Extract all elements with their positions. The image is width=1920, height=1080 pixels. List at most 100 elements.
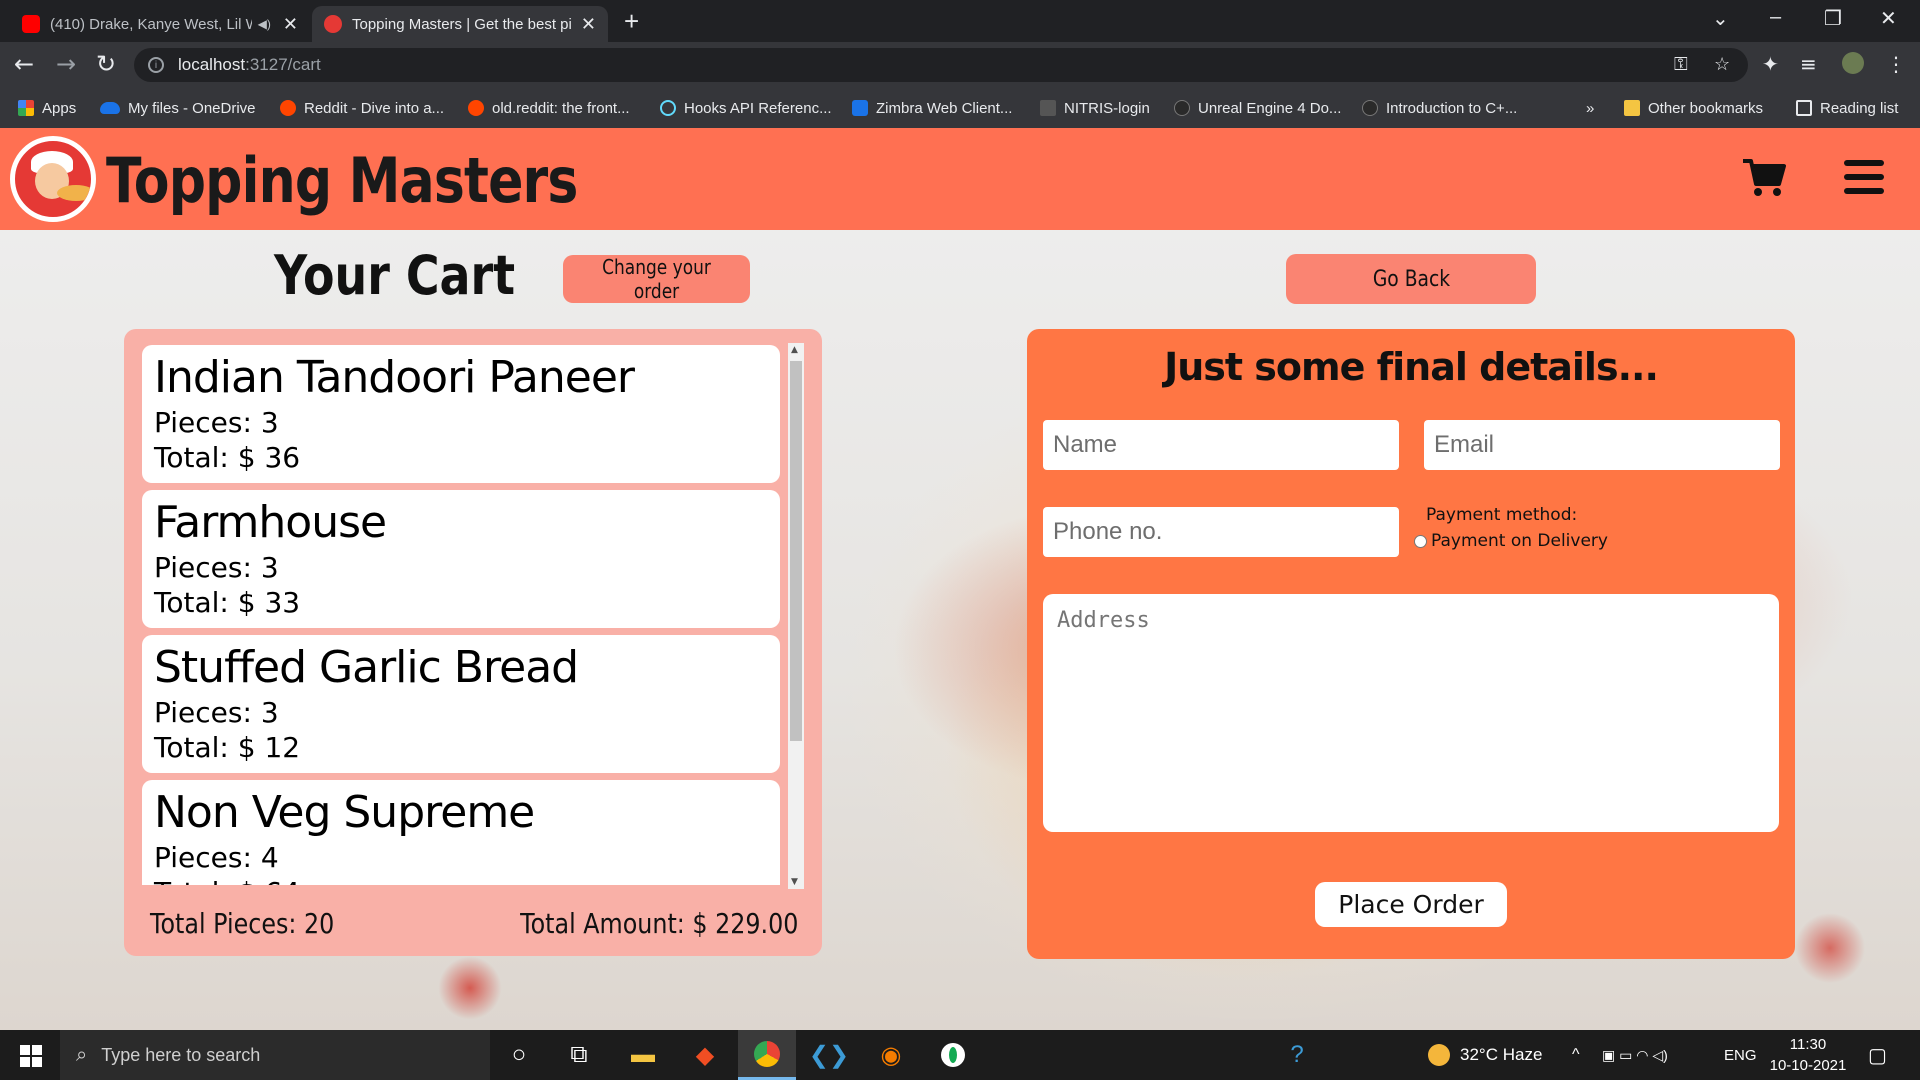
tab-youtube[interactable]: (410) Drake, Kanye West, Lil W ◀) ✕ (10, 6, 310, 42)
item-name: Non Veg Supreme (154, 787, 535, 838)
cart-item: Farmhouse Pieces: 3 Total: $ 33 (142, 490, 780, 628)
browser-toolbar: ← → ↻ i localhost:3127/cart ⚿ ☆ ✦ ≡ ⋮ (0, 42, 1920, 88)
bookmark-old-reddit[interactable]: old.reddit: the front... (468, 88, 630, 128)
tab-search-icon[interactable]: ⌄ (1712, 6, 1729, 31)
bookmark-label: Hooks API Referenc... (684, 99, 832, 117)
shopping-cart-icon[interactable] (1742, 158, 1786, 198)
close-window-button[interactable]: ✕ (1880, 6, 1897, 31)
mongodb-compass-icon[interactable] (924, 1030, 982, 1080)
item-name: Farmhouse (154, 497, 387, 548)
site-info-icon[interactable]: i (148, 57, 164, 73)
notification-center-icon[interactable]: ▢ (1868, 1030, 1887, 1080)
go-back-button[interactable]: Go Back (1286, 254, 1536, 304)
unreal-icon (1174, 100, 1190, 116)
forward-arrow-icon[interactable]: → (56, 50, 76, 78)
cart-page: Topping Masters Your Cart Change your or… (0, 128, 1920, 1030)
place-order-button[interactable]: Place Order (1315, 882, 1507, 927)
bookmark-zimbra[interactable]: Zimbra Web Client... (852, 88, 1012, 128)
git-app-icon[interactable]: ◆ (676, 1030, 734, 1080)
system-tray-icons[interactable]: ▣ ▭ ◠ ◁) (1602, 1030, 1668, 1080)
url-host: localhost (178, 55, 246, 74)
change-order-label: Change your order (602, 255, 711, 303)
item-total: Total: $ 12 (154, 731, 301, 764)
taskbar-search[interactable]: ⌕ Type here to search (60, 1030, 490, 1080)
more-menu-icon[interactable]: ⋮ (1886, 52, 1906, 76)
chrome-icon[interactable] (738, 1030, 796, 1080)
bookmark-label: Unreal Engine 4 Do... (1198, 99, 1342, 117)
chef-logo-icon[interactable] (10, 136, 96, 222)
windows-start-icon[interactable] (20, 1045, 42, 1067)
reddit-icon (468, 100, 484, 116)
help-icon[interactable]: ? (1268, 1030, 1326, 1080)
show-hidden-icons[interactable]: ^ (1572, 1030, 1580, 1080)
cart-item: Indian Tandoori Paneer Pieces: 3 Total: … (142, 345, 780, 483)
scrollbar-thumb[interactable] (790, 361, 802, 741)
brand-title[interactable]: Topping Masters (106, 144, 578, 217)
cortana-icon[interactable]: ○ (490, 1030, 548, 1080)
tab-title: (410) Drake, Kanye West, Lil W (50, 15, 252, 33)
vscode-icon[interactable]: ❮❯ (800, 1030, 858, 1080)
language-indicator[interactable]: ENG (1724, 1030, 1757, 1080)
task-view-icon[interactable]: ⧉ (550, 1030, 608, 1080)
extensions-icon[interactable]: ✦ (1762, 52, 1779, 76)
change-order-button[interactable]: Change your order (563, 255, 750, 303)
tab-topping-masters[interactable]: Topping Masters | Get the best pi ✕ (312, 6, 608, 42)
scroll-up-arrow-icon[interactable]: ▲ (791, 345, 798, 355)
close-tab-icon[interactable]: ✕ (283, 14, 298, 35)
new-tab-button[interactable]: + (624, 6, 639, 37)
bookmark-intro-cpp[interactable]: Introduction to C+... (1362, 88, 1517, 128)
tab-strip: (410) Drake, Kanye West, Lil W ◀) ✕ Topp… (0, 0, 1920, 42)
order-details-form: Just some final details... Payment metho… (1027, 329, 1795, 959)
email-field[interactable] (1424, 420, 1780, 470)
youtube-icon (22, 15, 40, 33)
profile-avatar[interactable] (1842, 52, 1864, 74)
scroll-down-arrow-icon[interactable]: ▼ (791, 877, 798, 887)
cart-panel: Indian Tandoori Paneer Pieces: 3 Total: … (124, 329, 822, 956)
hamburger-menu-icon[interactable] (1844, 160, 1884, 194)
item-pieces: Pieces: 3 (154, 551, 279, 584)
cart-item: Stuffed Garlic Bread Pieces: 3 Total: $ … (142, 635, 780, 773)
payment-option-label: Payment on Delivery (1431, 531, 1608, 551)
clock-time: 11:30 (1789, 1036, 1827, 1053)
bookmark-onedrive[interactable]: My files - OneDrive (100, 88, 256, 128)
star-icon[interactable]: ☆ (1714, 54, 1730, 75)
restore-button[interactable]: ❐ (1824, 6, 1842, 31)
media-icon[interactable]: ≡ (1800, 52, 1817, 76)
reload-icon[interactable]: ↻ (96, 50, 116, 78)
close-tab-icon[interactable]: ✕ (581, 14, 596, 35)
back-arrow-icon[interactable]: ← (14, 50, 34, 78)
weather-widget[interactable]: 32°C Haze (1428, 1030, 1542, 1080)
item-total: Total: $ 64 (154, 875, 768, 885)
cart-item: Non Veg Supreme Pieces: 4 Total: $ 64 (142, 780, 780, 885)
bookmark-reddit[interactable]: Reddit - Dive into a... (280, 88, 444, 128)
bookmark-react-hooks[interactable]: Hooks API Referenc... (660, 88, 832, 128)
cart-item-list[interactable]: Indian Tandoori Paneer Pieces: 3 Total: … (142, 345, 806, 885)
nitris-icon (1040, 100, 1056, 116)
payment-radio[interactable] (1414, 534, 1427, 548)
other-bookmarks-folder[interactable]: Other bookmarks (1624, 88, 1763, 128)
reading-list-button[interactable]: Reading list (1796, 88, 1898, 128)
bookmark-nitris[interactable]: NITRIS-login (1040, 88, 1150, 128)
cart-scrollbar[interactable]: ▲ ▼ (788, 343, 804, 889)
payment-on-delivery-option[interactable]: Payment on Delivery (1414, 531, 1608, 551)
bookmarks-overflow-button[interactable]: » (1586, 88, 1594, 128)
speaker-icon[interactable]: ◀) (258, 17, 271, 31)
unreal-icon (1362, 100, 1378, 116)
item-total: Total: $ 33 (154, 586, 301, 619)
bookmark-unreal-docs[interactable]: Unreal Engine 4 Do... (1174, 88, 1341, 128)
key-icon[interactable]: ⚿ (1674, 54, 1688, 75)
bookmark-label: Apps (42, 99, 77, 117)
site-header: Topping Masters (0, 128, 1920, 230)
phone-field[interactable] (1043, 507, 1399, 557)
minimize-button[interactable]: – (1770, 6, 1781, 29)
blender-icon[interactable]: ◉ (862, 1030, 920, 1080)
item-pieces: Pieces: 3 (154, 406, 279, 439)
taskbar-clock[interactable]: 11:30 10-10-2021 (1758, 1034, 1858, 1076)
tab-title: Topping Masters | Get the best pi (352, 15, 572, 33)
name-field[interactable] (1043, 420, 1399, 470)
address-field[interactable] (1043, 594, 1779, 832)
address-bar[interactable]: i localhost:3127/cart ⚿ ☆ (134, 48, 1748, 82)
file-explorer-icon[interactable]: ▬ (614, 1030, 672, 1080)
item-name: Indian Tandoori Paneer (154, 352, 635, 403)
bookmark-apps[interactable]: Apps (18, 88, 76, 128)
